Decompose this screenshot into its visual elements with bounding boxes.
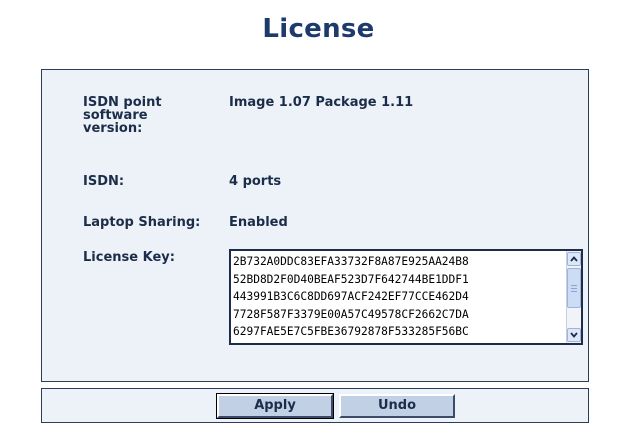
license-key-text[interactable]: 2B732A0DDC83EFA33732F8A87E925AA24B8 52BD… xyxy=(233,253,566,341)
license-key-scrollbar[interactable] xyxy=(566,251,581,343)
chevron-down-icon xyxy=(570,332,578,338)
undo-button[interactable]: Undo xyxy=(339,394,455,418)
thumb-grip-line xyxy=(571,285,577,286)
scroll-down-button[interactable] xyxy=(567,328,581,342)
thumb-grip-line xyxy=(571,291,577,292)
chevron-up-icon xyxy=(570,256,578,262)
isdn-label: ISDN: xyxy=(83,174,125,189)
isdn-version-value: Image 1.07 Package 1.11 xyxy=(229,95,414,110)
isdn-value: 4 ports xyxy=(229,174,282,189)
page-title: License xyxy=(262,14,375,44)
thumb-grip-line xyxy=(571,288,577,289)
license-key-label: License Key: xyxy=(83,250,175,265)
license-key-textarea[interactable]: 2B732A0DDC83EFA33732F8A87E925AA24B8 52BD… xyxy=(229,249,583,345)
isdn-version-label: ISDN point software version: xyxy=(83,95,162,136)
apply-button[interactable]: Apply xyxy=(216,393,334,419)
scroll-thumb[interactable] xyxy=(567,268,581,308)
scroll-up-button[interactable] xyxy=(567,252,581,266)
laptop-sharing-value: Enabled xyxy=(229,215,288,230)
laptop-sharing-label: Laptop Sharing: xyxy=(83,215,201,230)
